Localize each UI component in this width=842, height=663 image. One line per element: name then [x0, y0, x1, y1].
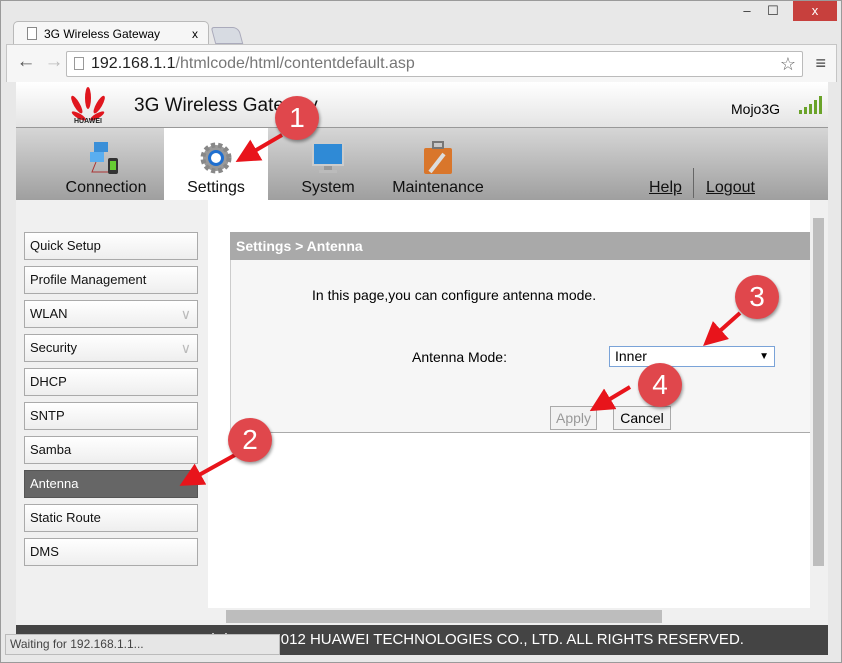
nav-divider: [693, 168, 694, 198]
browser-menu-icon[interactable]: ≡: [815, 53, 826, 74]
page-icon: [74, 57, 84, 70]
content-area: Settings > Antenna In this page,you can …: [208, 200, 810, 608]
maximize-button[interactable]: ☐: [761, 1, 785, 21]
sidebar-item-label: DMS: [30, 544, 59, 559]
status-bar: Waiting for 192.168.1.1...: [5, 634, 280, 655]
antenna-mode-value: Inner: [615, 348, 647, 364]
toolbox-icon: [424, 141, 452, 174]
dropdown-arrow-icon: ▼: [759, 351, 769, 362]
intro-text: In this page,you can configure antenna m…: [312, 287, 597, 303]
bookmark-star-icon[interactable]: ☆: [780, 52, 796, 76]
sidebar-item-quick-setup[interactable]: Quick Setup: [24, 232, 198, 260]
sidebar-item-sntp[interactable]: SNTP: [24, 402, 198, 430]
panel-title: Settings > Antenna: [230, 232, 810, 260]
back-button[interactable]: ←: [15, 51, 37, 73]
sidebar-item-label: DHCP: [30, 374, 67, 389]
browser-toolbar: ← → ↻ 192.168.1.1/htmlcode/html/contentd…: [6, 44, 837, 82]
nav-label: Settings: [187, 179, 245, 196]
annotation-badge-4: 4: [638, 363, 682, 407]
antenna-panel: In this page,you can configure antenna m…: [230, 260, 810, 433]
sidebar-item-dhcp[interactable]: DHCP: [24, 368, 198, 396]
minimize-button[interactable]: –: [737, 1, 757, 21]
chevron-down-icon: ∨: [180, 306, 191, 322]
sidebar-item-wlan[interactable]: WLAN ∨: [24, 300, 198, 328]
sidebar-item-static-route[interactable]: Static Route: [24, 504, 198, 532]
web-page: HUAWEI 3G Wireless Gateway Mojo3G Connec…: [16, 82, 828, 655]
scrollbar-thumb[interactable]: [813, 218, 824, 566]
sidebar-item-antenna[interactable]: Antenna: [24, 470, 198, 498]
monitor-icon: [312, 142, 344, 173]
sidebar: Quick Setup Profile Management WLAN ∨ Sec…: [16, 200, 208, 625]
nav-maintenance[interactable]: Maintenance: [386, 128, 490, 200]
apply-button[interactable]: Apply: [550, 406, 597, 430]
signal-strength-icon: [799, 96, 822, 114]
browser-tab[interactable]: 3G Wireless Gateway x: [13, 21, 209, 45]
sidebar-item-label: Antenna: [30, 476, 79, 491]
chevron-down-icon: ∨: [180, 340, 191, 356]
address-bar[interactable]: 192.168.1.1/htmlcode/html/contentdefault…: [66, 51, 803, 77]
vertical-scrollbar[interactable]: [810, 200, 828, 608]
cancel-button[interactable]: Cancel: [613, 406, 671, 430]
huawei-logo: HUAWEI: [71, 87, 105, 124]
page-icon: [27, 27, 37, 40]
nav-label: Maintenance: [392, 179, 484, 196]
antenna-mode-label: Antenna Mode:: [412, 349, 507, 365]
nav-connection[interactable]: Connection: [60, 128, 152, 200]
sidebar-item-label: Samba: [30, 442, 72, 457]
sidebar-item-label: Security: [30, 340, 77, 355]
page-header: HUAWEI 3G Wireless Gateway Mojo3G: [16, 82, 828, 128]
new-tab-button[interactable]: [210, 27, 244, 44]
close-window-button[interactable]: x: [793, 1, 837, 21]
nav-label: System: [301, 179, 355, 196]
url-path: /htmlcode/html/contentdefault.asp: [175, 55, 415, 72]
sidebar-item-label: Quick Setup: [30, 238, 101, 253]
sidebar-item-label: Profile Management: [30, 272, 147, 287]
tab-title: 3G Wireless Gateway: [44, 27, 161, 41]
help-link[interactable]: Help: [649, 179, 682, 197]
network-name: Mojo3G: [731, 101, 781, 117]
logout-link[interactable]: Logout: [706, 179, 755, 197]
horizontal-scrollbar[interactable]: [208, 608, 828, 625]
forward-button[interactable]: →: [43, 51, 65, 73]
sidebar-item-label: SNTP: [30, 408, 65, 423]
main-nav: Connection Settings System Maintenance H…: [16, 128, 828, 200]
sidebar-item-label: Static Route: [30, 510, 101, 525]
gear-icon: [200, 142, 232, 174]
connection-icon: [90, 142, 118, 174]
sidebar-item-dms[interactable]: DMS: [24, 538, 198, 566]
url-host: 192.168.1.1: [91, 55, 176, 72]
annotation-badge-1: 1: [275, 96, 319, 140]
sidebar-item-security[interactable]: Security ∨: [24, 334, 198, 362]
nav-settings[interactable]: Settings: [164, 128, 268, 200]
sidebar-item-label: WLAN: [30, 306, 68, 321]
annotation-badge-2: 2: [228, 418, 272, 462]
annotation-badge-3: 3: [735, 275, 779, 319]
sidebar-item-samba[interactable]: Samba: [24, 436, 198, 464]
antenna-mode-select[interactable]: Inner ▼: [609, 346, 775, 367]
svg-text:HUAWEI: HUAWEI: [74, 118, 102, 124]
sidebar-item-profile-management[interactable]: Profile Management: [24, 266, 198, 294]
scrollbar-thumb[interactable]: [226, 610, 662, 623]
nav-label: Connection: [65, 179, 147, 196]
tab-close-button[interactable]: x: [192, 22, 198, 46]
